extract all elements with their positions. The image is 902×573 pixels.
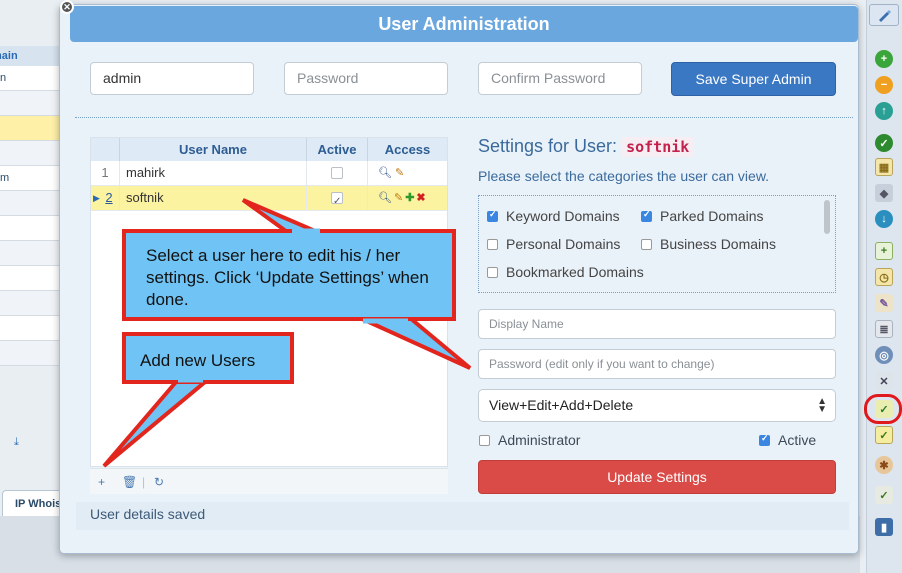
callout-add-user: Add new Users [122, 332, 294, 384]
callout-edit-user: Select a user here to edit his / her set… [122, 229, 456, 321]
callout-pointer-right [359, 316, 472, 370]
callout-add-text: Add new Users [140, 351, 256, 370]
callout-edit-text: Select a user here to edit his / her set… [146, 246, 429, 309]
callout-pointer-add [102, 380, 211, 468]
